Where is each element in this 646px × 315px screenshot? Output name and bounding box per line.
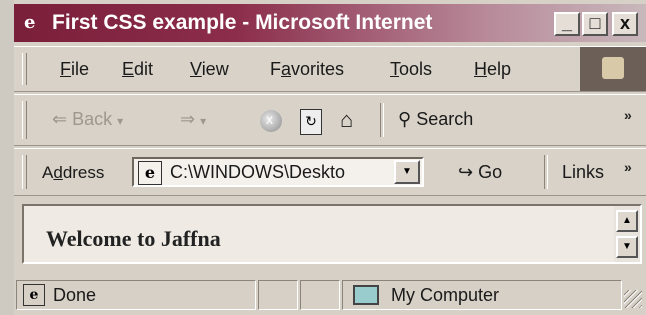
throbber-logo: [580, 47, 646, 91]
address-label: Address: [42, 163, 105, 182]
menu-file[interactable]: File: [60, 59, 89, 80]
page-icon: e: [138, 161, 162, 185]
refresh-icon: ↻: [305, 113, 317, 129]
forward-button[interactable]: ⇒ ▾: [180, 109, 206, 130]
search-button[interactable]: ⚲ Search: [398, 109, 473, 130]
status-bar: e Done My Computer: [14, 270, 646, 315]
address-input[interactable]: e C:\WINDOWS\Deskto ▼: [132, 157, 424, 187]
chevron-down-icon: ▾: [117, 114, 124, 128]
page-icon: e: [23, 284, 45, 306]
stop-button[interactable]: x: [260, 110, 282, 132]
chevron-down-icon: ▾: [200, 114, 207, 128]
computer-icon: [353, 285, 379, 305]
zone-pane: My Computer: [342, 280, 622, 310]
status-pane: e Done: [16, 280, 256, 310]
address-separator: [544, 155, 548, 189]
menu-bar: File Edit View Favorites Tools Help: [14, 46, 646, 92]
links-more-chevron[interactable]: »: [624, 159, 632, 175]
chevron-up-icon: ▲: [622, 215, 632, 226]
window-title: First CSS example - Microsoft Internet: [52, 11, 433, 34]
chevron-down-icon: ▼: [622, 241, 632, 252]
menu-view[interactable]: View: [190, 59, 229, 80]
page-content: Welcome to Jaffna ▲ ▼: [22, 204, 642, 264]
search-icon: ⚲: [398, 109, 412, 129]
maximize-button[interactable]: □: [582, 12, 608, 36]
home-icon: ⌂: [340, 107, 354, 132]
links-button[interactable]: Links: [562, 162, 604, 183]
status-text: Done: [53, 285, 97, 305]
menu-favorites[interactable]: Favorites: [270, 59, 344, 80]
status-pane-security: [300, 280, 340, 310]
toolbar-more-chevron[interactable]: »: [624, 107, 632, 123]
chevron-down-icon: ▼: [402, 166, 412, 177]
menubar-grip[interactable]: [22, 53, 27, 85]
address-value: C:\WINDOWS\Deskto: [170, 162, 346, 182]
back-arrow-icon: ⇐: [52, 109, 68, 129]
minimize-button[interactable]: _: [554, 12, 580, 36]
browser-window: e First CSS example - Microsoft Internet…: [14, 0, 646, 315]
zone-text: My Computer: [391, 285, 500, 305]
scroll-down-button[interactable]: ▼: [616, 236, 638, 258]
back-button[interactable]: ⇐ Back ▾: [52, 109, 123, 130]
home-button[interactable]: ⌂: [340, 107, 353, 133]
standard-toolbar: ⇐ Back ▾ ⇒ ▾ x ↻ ⌂ ⚲ Search »: [14, 94, 646, 146]
go-button[interactable]: ↪ Go: [458, 162, 502, 183]
toolbar-separator: [380, 103, 384, 137]
go-arrow-icon: ↪: [458, 162, 474, 182]
menu-edit[interactable]: Edit: [122, 59, 153, 80]
menu-help[interactable]: Help: [474, 59, 511, 80]
refresh-button[interactable]: ↻: [300, 109, 322, 135]
menu-tools[interactable]: Tools: [390, 59, 432, 80]
title-bar[interactable]: e First CSS example - Microsoft Internet…: [14, 4, 646, 42]
close-button[interactable]: x: [612, 12, 638, 36]
address-bar: Address e C:\WINDOWS\Deskto ▼ ↪ Go Links…: [14, 148, 646, 196]
toolbar-grip[interactable]: [22, 101, 27, 139]
vertical-scrollbar[interactable]: ▲ ▼: [614, 206, 640, 262]
stop-icon: x: [266, 111, 273, 127]
address-dropdown-button[interactable]: ▼: [394, 160, 420, 184]
ie-logo-icon: e: [24, 12, 36, 33]
addressbar-grip[interactable]: [22, 155, 27, 189]
scroll-up-button[interactable]: ▲: [616, 210, 638, 232]
forward-arrow-icon: ⇒: [180, 109, 196, 129]
windows-logo-icon: [602, 57, 624, 79]
resize-grip[interactable]: [624, 290, 642, 308]
status-pane-progress: [258, 280, 298, 310]
page-heading: Welcome to Jaffna: [46, 226, 221, 251]
